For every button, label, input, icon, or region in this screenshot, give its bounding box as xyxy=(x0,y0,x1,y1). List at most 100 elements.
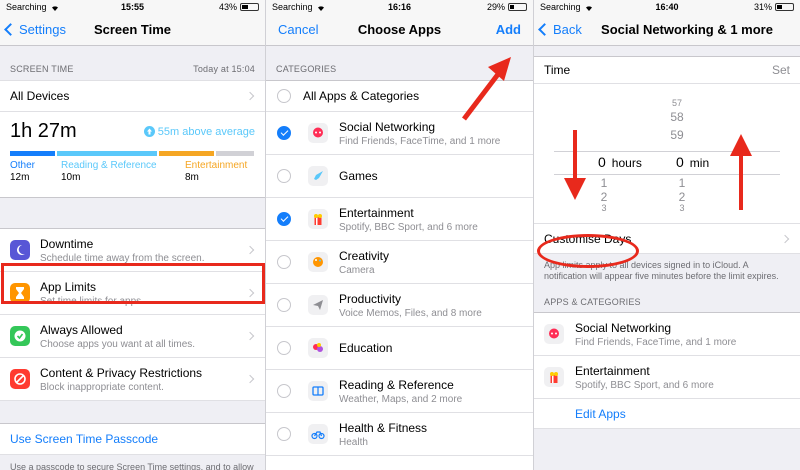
select-circle[interactable] xyxy=(277,255,291,269)
passcode-footer: Use a passcode to secure Screen Time set… xyxy=(10,462,254,470)
app-icon xyxy=(308,166,328,186)
status-bar: Searching 16:40 31% xyxy=(534,0,800,14)
usage-legend-item: Other 12m xyxy=(10,160,36,183)
section-header: SCREEN TIME Today at 15:04 xyxy=(10,64,255,74)
picker-option: 2 xyxy=(678,190,686,204)
status-bar: Searching 16:16 29% xyxy=(266,0,533,14)
battery-icon xyxy=(508,3,527,11)
app-icon xyxy=(308,381,328,401)
chevron-left-icon xyxy=(538,23,551,36)
popcorn-icon xyxy=(314,214,322,225)
category-row[interactable]: Productivity Voice Memos, Files, and 8 mo… xyxy=(266,284,533,327)
usage-bar-remainder xyxy=(215,151,254,156)
menu-item-content-privacy-restrictions[interactable]: Content & Privacy Restrictions Block inap… xyxy=(0,358,265,401)
back-button[interactable]: Settings xyxy=(4,22,66,37)
set-label: Set xyxy=(771,63,790,77)
category-row[interactable]: Education xyxy=(266,327,533,370)
chat-bubble-icon xyxy=(313,127,323,138)
select-circle[interactable] xyxy=(277,89,291,103)
checkmark-icon xyxy=(14,330,26,342)
chevron-left-icon xyxy=(4,23,17,36)
palette-icon xyxy=(313,257,323,267)
select-circle[interactable] xyxy=(277,298,291,312)
picker-option: 3 xyxy=(601,203,607,213)
settings-menu: Downtime Schedule time away from the scre… xyxy=(0,228,265,401)
page-title: Screen Time xyxy=(93,22,172,37)
status-bar: Searching 15:55 43% xyxy=(0,0,265,14)
no-entry-icon xyxy=(14,373,26,385)
minutes-wheel[interactable]: 0 min xyxy=(676,154,709,170)
menu-icon xyxy=(10,369,30,389)
nav-bar: Settings Screen Time xyxy=(0,14,265,46)
edit-apps-button: Edit Apps xyxy=(575,406,626,421)
menu-item-always-allowed[interactable]: Always Allowed Choose apps you want at al… xyxy=(0,315,265,358)
usage-bar-segment xyxy=(57,151,158,156)
battery-icon xyxy=(775,3,794,11)
total-usage: 1h 27m xyxy=(10,120,77,142)
up-arrow xyxy=(730,134,752,210)
chevron-right-icon xyxy=(245,91,255,101)
usage-summary[interactable]: 1h 27m 55m above average Other 12m Reading… xyxy=(0,112,265,198)
usage-bar-segment xyxy=(159,151,214,156)
menu-icon xyxy=(10,283,30,303)
hourglass-icon xyxy=(16,287,24,299)
app-icon xyxy=(308,338,328,358)
usage-bar-segment xyxy=(10,151,56,156)
page-title: Social Networking & 1 more xyxy=(601,22,773,37)
usage-legend-item: Entertainment 8m xyxy=(185,160,248,183)
checked-circle[interactable] xyxy=(277,126,291,140)
chevron-right-icon xyxy=(245,288,255,298)
hours-wheel[interactable]: 0 hours xyxy=(598,154,642,170)
select-circle[interactable] xyxy=(277,384,291,398)
select-circle[interactable] xyxy=(277,169,291,183)
picker-option: 1 xyxy=(600,176,608,190)
book-icon xyxy=(312,386,324,396)
picker-option: 58 xyxy=(670,110,684,124)
minutes-wheel-below: 123 xyxy=(672,176,692,213)
chevron-right-icon xyxy=(780,234,790,243)
selected-app-row: Entertainment Spotify, BBC Sport, and 6 m… xyxy=(534,356,800,399)
choose-apps-panel: Searching 16:16 29% Cancel Choose Apps A… xyxy=(266,0,534,470)
category-row[interactable]: Reading & Reference Weather, Maps, and 2 … xyxy=(266,370,533,413)
usage-bar xyxy=(10,151,254,156)
app-icon xyxy=(308,123,328,143)
customise-days-row[interactable]: Customise Days xyxy=(534,224,800,254)
back-button[interactable]: Back xyxy=(538,22,582,37)
select-circle[interactable] xyxy=(277,427,291,441)
app-limit-detail-panel: Searching 16:40 31% Back Social Networki… xyxy=(534,0,800,470)
education-icon xyxy=(313,343,323,352)
passcode-row[interactable]: Use Screen Time Passcode xyxy=(0,423,265,455)
app-icon xyxy=(308,252,328,272)
app-icon xyxy=(308,295,328,315)
category-row[interactable]: Entertainment Spotify, BBC Sport, and 6 m… xyxy=(266,198,533,241)
moon-icon xyxy=(17,245,25,255)
popcorn-icon xyxy=(550,372,558,383)
nav-bar: Back Social Networking & 1 more xyxy=(534,14,800,46)
section-header: APPS & CATEGORIES xyxy=(544,297,641,307)
app-icon xyxy=(308,209,328,229)
category-row[interactable]: Health & Fitness Health xyxy=(266,413,533,456)
add-button[interactable]: Add xyxy=(496,22,521,37)
picker-option: 3 xyxy=(679,203,685,213)
time-row[interactable]: Time Set xyxy=(534,56,800,84)
picker-option: 1 xyxy=(678,176,686,190)
battery-icon xyxy=(240,3,259,11)
bicycle-icon xyxy=(311,431,325,440)
clock: 15:55 xyxy=(120,2,145,12)
usage-legend-item: Reading & Reference 10m xyxy=(61,160,157,183)
cancel-button[interactable]: Cancel xyxy=(278,22,318,37)
edit-apps-row[interactable]: Edit Apps xyxy=(534,399,800,429)
chevron-right-icon xyxy=(245,374,255,384)
menu-item-downtime[interactable]: Downtime Schedule time away from the scre… xyxy=(0,229,265,272)
category-row[interactable]: Creativity Camera xyxy=(266,241,533,284)
picker-option: 2 xyxy=(600,190,608,204)
page-title: Choose Apps xyxy=(357,22,442,37)
menu-icon xyxy=(10,240,30,260)
category-row[interactable]: Games xyxy=(266,155,533,198)
menu-item-app-limits[interactable]: App Limits Set time limits for apps. xyxy=(0,272,265,315)
time-picker[interactable]: 57 58 59 0 hours 0 min 123 123 xyxy=(534,84,800,224)
app-icon xyxy=(544,324,564,344)
select-circle[interactable] xyxy=(277,341,291,355)
checked-circle[interactable] xyxy=(277,212,291,226)
all-devices-row[interactable]: All Devices xyxy=(0,80,265,112)
